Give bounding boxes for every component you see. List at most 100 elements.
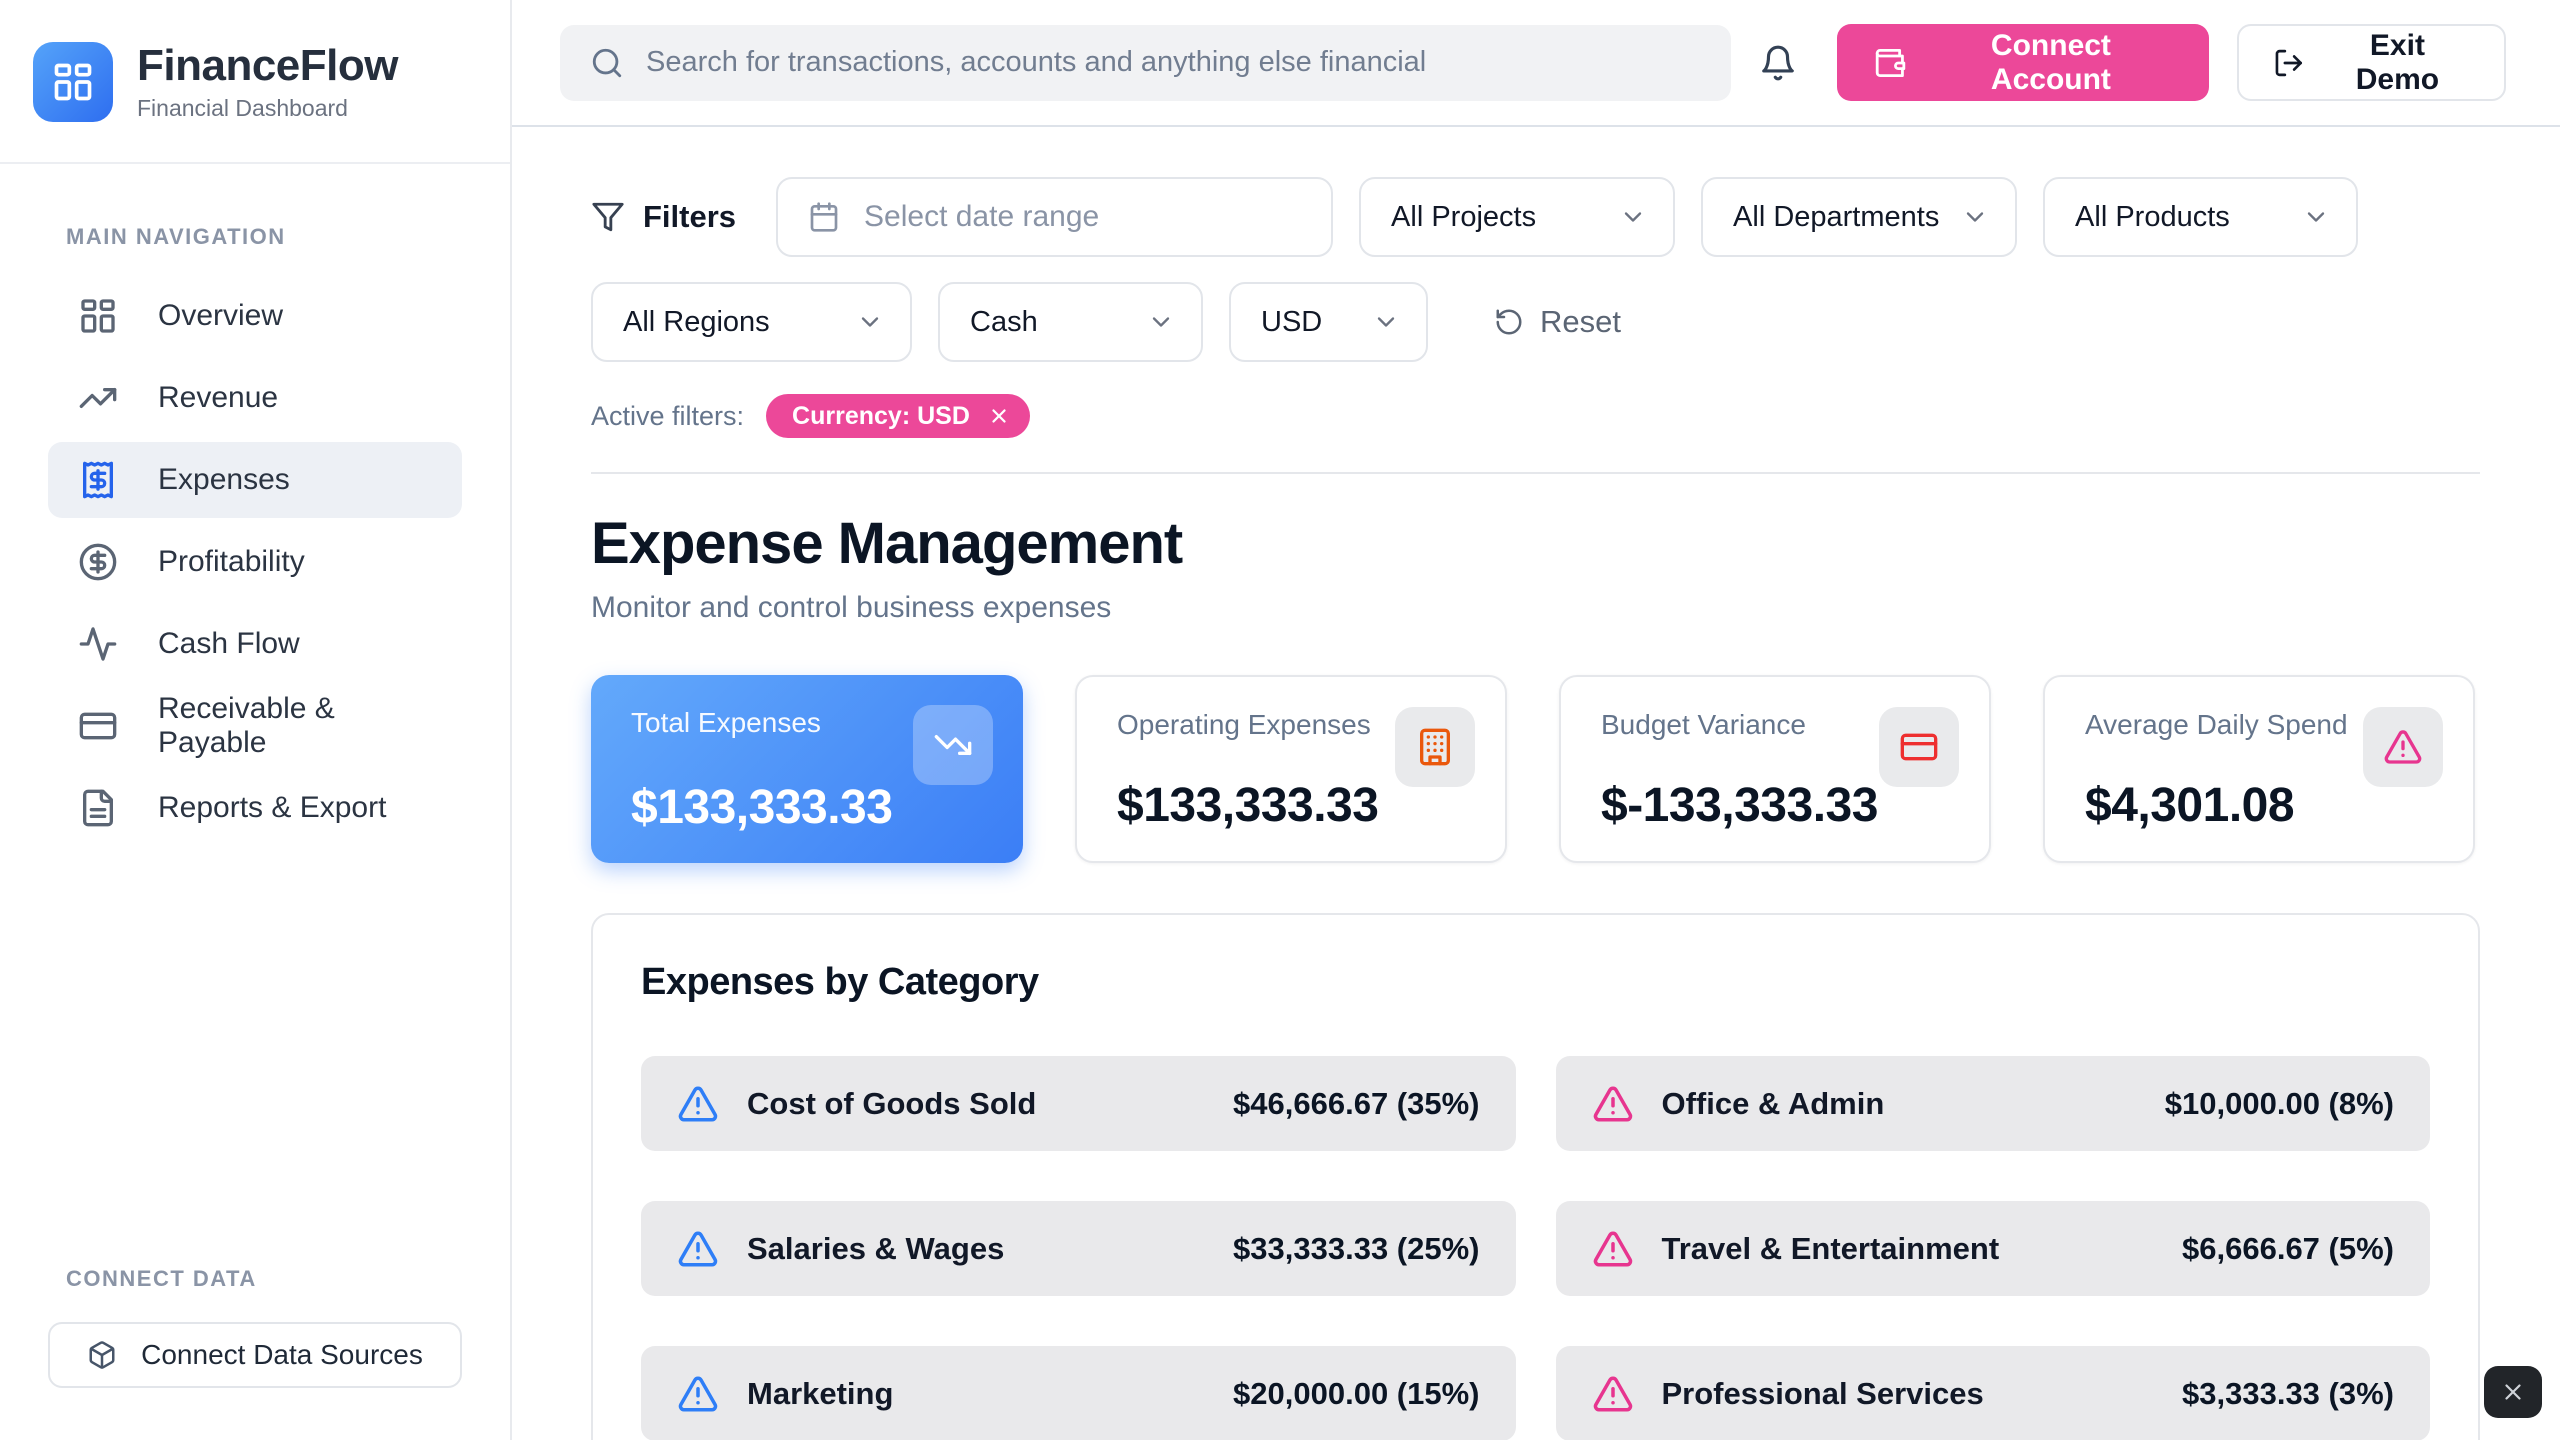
category-name: Professional Services (1662, 1376, 1984, 1412)
alert-triangle-icon (1592, 1083, 1634, 1125)
payment-method-select[interactable]: Cash (938, 282, 1203, 362)
category-value: $33,333.33 (25%) (1233, 1231, 1479, 1267)
brand-subtitle: Financial Dashboard (137, 95, 398, 122)
connect-data-label: CONNECT DATA (48, 1266, 462, 1322)
currency-select-value: USD (1261, 306, 1322, 339)
category-row-travel-entertainment[interactable]: Travel & Entertainment $6,666.67 (5%) (1556, 1201, 2431, 1296)
chevron-down-icon (1372, 308, 1400, 336)
sidebar-bottom: CONNECT DATA Connect Data Sources (0, 1266, 510, 1440)
trending-down-icon (913, 705, 993, 785)
chevron-down-icon (1619, 203, 1647, 231)
search-input[interactable] (646, 46, 1701, 79)
filters-row-1: Filters All Projects All Departments All… (591, 177, 2480, 257)
section-divider (591, 472, 2480, 474)
alert-triangle-icon (1592, 1373, 1634, 1415)
category-name: Marketing (747, 1376, 893, 1412)
main-navigation: Overview Revenue Expenses Profitability … (0, 278, 510, 846)
category-name: Salaries & Wages (747, 1231, 1004, 1267)
category-value: $46,666.67 (35%) (1233, 1086, 1479, 1122)
stat-card-average-daily-spend[interactable]: Average Daily Spend $4,301.08 (2043, 675, 2475, 863)
nav-section-label: MAIN NAVIGATION (0, 164, 510, 278)
trending-up-icon (78, 378, 118, 418)
projects-select[interactable]: All Projects (1359, 177, 1675, 257)
funnel-icon (591, 200, 625, 234)
category-grid: Cost of Goods Sold $46,666.67 (35%) Offi… (641, 1056, 2430, 1440)
search-icon (590, 46, 624, 80)
active-filters-row: Active filters: Currency: USD (591, 394, 2480, 438)
close-overlay-button[interactable] (2484, 1366, 2542, 1418)
main-area: Connect Account Exit Demo Filters (512, 0, 2560, 1440)
category-value: $10,000.00 (8%) (2165, 1086, 2394, 1122)
category-row-cost-of-goods-sold[interactable]: Cost of Goods Sold $46,666.67 (35%) (641, 1056, 1516, 1151)
sidebar-item-reports-export[interactable]: Reports & Export (48, 770, 462, 846)
exit-demo-button[interactable]: Exit Demo (2237, 24, 2506, 101)
dollar-circle-icon (78, 542, 118, 582)
date-range-field[interactable] (864, 200, 1301, 234)
alert-triangle-icon (2363, 707, 2443, 787)
category-row-marketing[interactable]: Marketing $20,000.00 (15%) (641, 1346, 1516, 1440)
sidebar-item-label: Revenue (158, 381, 278, 415)
wallet-icon (1873, 46, 1907, 80)
category-name: Cost of Goods Sold (747, 1086, 1036, 1122)
category-value: $20,000.00 (15%) (1233, 1376, 1479, 1412)
reset-label: Reset (1540, 304, 1621, 340)
currency-filter-chip[interactable]: Currency: USD (766, 394, 1030, 438)
expenses-by-category-title: Expenses by Category (641, 961, 2430, 1004)
topbar: Connect Account Exit Demo (512, 0, 2560, 127)
chevron-down-icon (1147, 308, 1175, 336)
chevron-down-icon (1961, 203, 1989, 231)
bell-icon (1759, 44, 1797, 82)
logout-icon (2273, 47, 2305, 79)
sidebar-item-label: Expenses (158, 463, 290, 497)
products-select-value: All Products (2075, 201, 2230, 234)
date-range-input[interactable] (776, 177, 1333, 257)
departments-select[interactable]: All Departments (1701, 177, 2017, 257)
payment-method-select-value: Cash (970, 306, 1038, 339)
dashboard-icon (78, 296, 118, 336)
currency-select[interactable]: USD (1229, 282, 1428, 362)
regions-select[interactable]: All Regions (591, 282, 912, 362)
sidebar-item-revenue[interactable]: Revenue (48, 360, 462, 436)
category-row-salaries-wages[interactable]: Salaries & Wages $33,333.33 (25%) (641, 1201, 1516, 1296)
category-name: Travel & Entertainment (1662, 1231, 2000, 1267)
stat-card-operating-expenses[interactable]: Operating Expenses $133,333.33 (1075, 675, 1507, 863)
category-value: $3,333.33 (3%) (2182, 1376, 2394, 1412)
file-text-icon (78, 788, 118, 828)
notifications-button[interactable] (1759, 44, 1797, 82)
chevron-down-icon (2302, 203, 2330, 231)
sidebar-item-cash-flow[interactable]: Cash Flow (48, 606, 462, 682)
products-select[interactable]: All Products (2043, 177, 2358, 257)
brand-logo-icon (33, 42, 113, 122)
stat-card-total-expenses[interactable]: Total Expenses $133,333.33 (591, 675, 1023, 863)
package-icon (87, 1340, 117, 1370)
close-icon[interactable] (988, 405, 1010, 427)
activity-icon (78, 624, 118, 664)
projects-select-value: All Projects (1391, 201, 1536, 234)
stat-card-budget-variance[interactable]: Budget Variance $-133,333.33 (1559, 675, 1991, 863)
connect-data-sources-button[interactable]: Connect Data Sources (48, 1322, 462, 1388)
departments-select-value: All Departments (1733, 201, 1939, 234)
sidebar-item-label: Overview (158, 299, 283, 333)
sidebar: FinanceFlow Financial Dashboard MAIN NAV… (0, 0, 512, 1440)
reset-filters-button[interactable]: Reset (1494, 304, 1621, 340)
sidebar-item-overview[interactable]: Overview (48, 278, 462, 354)
currency-filter-chip-label: Currency: USD (792, 402, 970, 431)
filters-title: Filters (591, 199, 736, 235)
sidebar-item-label: Cash Flow (158, 627, 300, 661)
category-row-office-admin[interactable]: Office & Admin $10,000.00 (8%) (1556, 1056, 2431, 1151)
category-name: Office & Admin (1662, 1086, 1885, 1122)
sidebar-item-profitability[interactable]: Profitability (48, 524, 462, 600)
alert-triangle-icon (677, 1228, 719, 1270)
page-subtitle: Monitor and control business expenses (591, 591, 2480, 625)
brand-title: FinanceFlow (137, 42, 398, 90)
connect-account-button[interactable]: Connect Account (1837, 24, 2209, 101)
active-filters-label: Active filters: (591, 401, 744, 432)
category-row-professional-services[interactable]: Professional Services $3,333.33 (3%) (1556, 1346, 2431, 1440)
connect-account-label: Connect Account (1929, 29, 2174, 97)
building-icon (1395, 707, 1475, 787)
sidebar-item-expenses[interactable]: Expenses (48, 442, 462, 518)
filters-row-2: All Regions Cash USD Reset (591, 282, 2480, 362)
sidebar-item-receivable-payable[interactable]: Receivable & Payable (48, 688, 462, 764)
search-box (560, 25, 1731, 101)
stat-value: $133,333.33 (631, 780, 991, 835)
